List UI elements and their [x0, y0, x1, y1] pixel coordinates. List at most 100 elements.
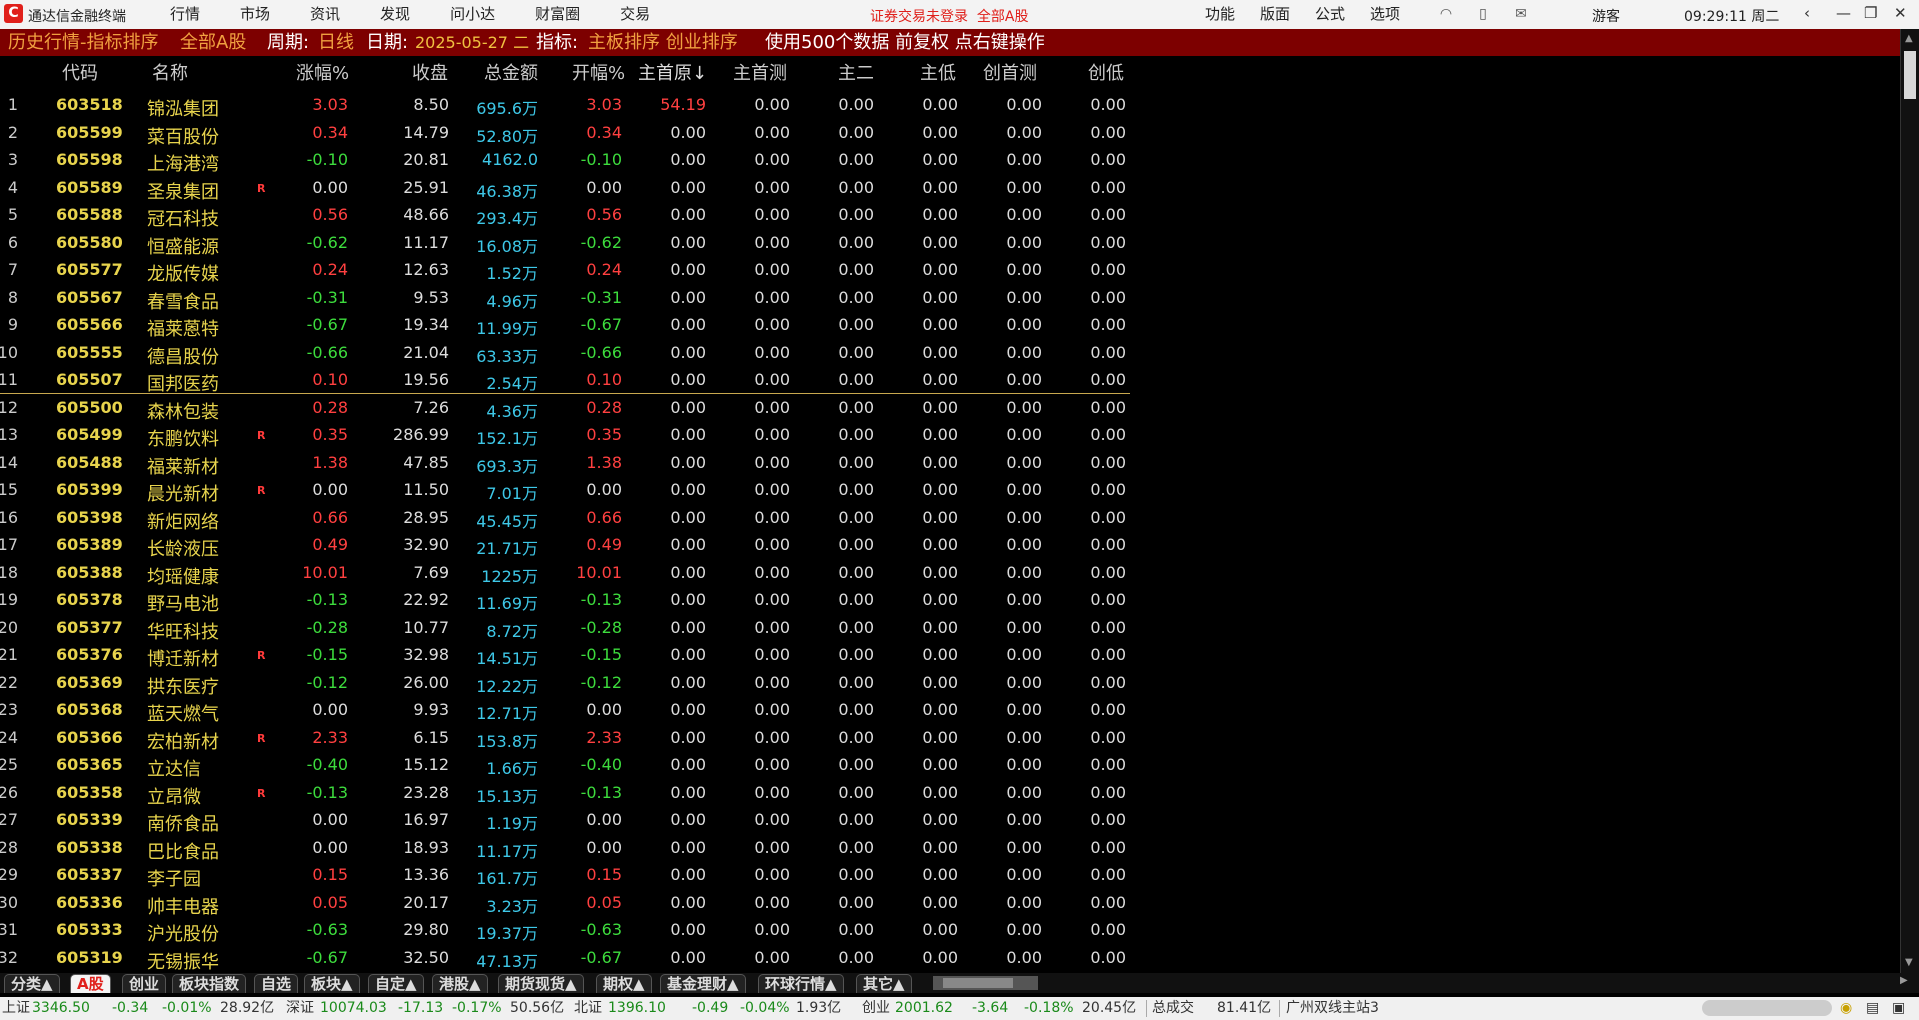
header-close[interactable]: 收盘 [412, 59, 448, 85]
table-row[interactable]: 10 605555 德昌股份 -0.66 21.04 63.33万 -0.66 0.00 0.0… [0, 339, 1130, 368]
header-name[interactable]: 名称 [152, 59, 188, 85]
table-row[interactable]: 16 605398 新炬网络 0.66 28.95 45.45万 0.66 0.00 0.00 0… [0, 504, 1130, 533]
expand-icon[interactable]: ▣ [1892, 997, 1905, 1020]
tab-options[interactable]: 期权▲ [596, 974, 652, 993]
table-row[interactable]: 30 605336 帅丰电器 0.05 20.17 3.23万 0.05 0.00 0.00 0.… [0, 889, 1130, 918]
table-row[interactable]: 9 605566 福莱蒽特 -0.67 19.34 11.99万 -0.67 0.00 0.00… [0, 311, 1130, 340]
scroll-thumb[interactable] [1904, 51, 1916, 99]
horizontal-scrollbar[interactable] [933, 976, 1038, 990]
menu-item-wealth[interactable]: 财富圈 [535, 0, 598, 29]
header-code[interactable]: 代码 [62, 59, 98, 85]
header-change[interactable]: 涨幅% [296, 59, 349, 85]
tab-watchlist[interactable]: 自选 [254, 974, 299, 993]
header-chuang-low[interactable]: 创低 [1088, 59, 1124, 85]
phone-icon[interactable]: ▯ [1474, 6, 1492, 22]
table-row[interactable]: 7 605577 龙版传媒 0.24 12.63 1.52万 0.24 0.00 0.00 0.0… [0, 256, 1130, 285]
minimize-icon[interactable]: — [1836, 4, 1851, 22]
table-row[interactable]: 23 605368 蓝天燃气 0.00 9.93 12.71万 0.00 0.00 0.00 0.… [0, 696, 1130, 725]
menu-item-discover[interactable]: 发现 [380, 0, 428, 29]
table-row[interactable]: 27 605339 南侨食品 0.00 16.97 1.19万 0.00 0.00 0.00 0.… [0, 806, 1130, 835]
menu-item-options[interactable]: 选项 [1370, 0, 1400, 29]
table-row[interactable]: 3 605598 上海港湾 -0.10 20.81 4162.0 -0.10 0.00 0.00… [0, 146, 1130, 175]
header-main-low[interactable]: 主低 [920, 59, 956, 85]
strip-indicator[interactable]: 主板排序 创业排序 [588, 29, 738, 56]
stock-name: 东鹏饮料 [147, 429, 219, 450]
strip-period[interactable]: 日线 [318, 29, 354, 56]
table-row[interactable]: 20 605377 华旺科技 -0.28 10.77 8.72万 -0.28 0.00 0.00… [0, 614, 1130, 643]
table-row[interactable]: 14 605488 福莱新材 1.38 47.85 693.3万 1.38 0.00 0.00 0… [0, 449, 1130, 478]
menu-item-news[interactable]: 资讯 [310, 0, 358, 29]
table-row[interactable]: 26 605358 立昂微 R -0.13 23.28 15.13万 -0.13 0.00 0.0… [0, 779, 1130, 808]
status-slider[interactable] [1702, 1000, 1832, 1016]
table-row[interactable]: 13 605499 东鹏饮料 R 0.35 286.99 152.1万 0.35 0.00 0.0… [0, 421, 1130, 450]
menu-item-ask[interactable]: 问小达 [450, 0, 513, 29]
sz-label[interactable]: 深证 [286, 997, 314, 1020]
restore-icon[interactable]: ❐ [1864, 4, 1877, 22]
table-row[interactable]: 28 605338 巴比食品 0.00 18.93 11.17万 0.00 0.00 0.00 0… [0, 834, 1130, 863]
menu-item-quotes[interactable]: 行情 [170, 0, 218, 29]
scroll-down-icon[interactable]: ▼ [1905, 957, 1913, 968]
tab-a-shares[interactable]: A股 [70, 974, 111, 993]
strip-market[interactable]: 全部A股 [180, 29, 246, 56]
table-row[interactable]: 29 605337 李子园 0.15 13.36 161.7万 0.15 0.00 0.00 0.… [0, 861, 1130, 890]
close-icon[interactable]: ✕ [1894, 4, 1907, 22]
tab-sector-index[interactable]: 板块指数 [172, 974, 247, 993]
headset-icon[interactable]: ◠ [1437, 6, 1455, 22]
tab-hk-stocks[interactable]: 港股▲ [432, 974, 488, 993]
table-row[interactable]: 24 605366 宏柏新材 R 2.33 6.15 153.8万 2.33 0.00 0.00 0… [0, 724, 1130, 753]
server-name[interactable]: 广州双线主站3 [1286, 997, 1379, 1020]
strip-date[interactable]: 2025-05-27 二 [415, 29, 529, 56]
table-row[interactable]: 5 605588 冠石科技 0.56 48.66 293.4万 0.56 0.00 0.00 0.… [0, 201, 1130, 230]
header-chuang-first-test[interactable]: 创首测 [983, 59, 1037, 85]
vertical-scrollbar[interactable]: ▲ ▼ [1900, 29, 1919, 981]
table-row[interactable]: 17 605389 长龄液压 0.49 32.90 21.71万 0.49 0.00 0.00 0… [0, 531, 1130, 560]
tab-chinext[interactable]: 创业 [122, 974, 167, 993]
tab-global[interactable]: 环球行情▲ [758, 974, 844, 993]
table-row[interactable]: 18 605388 均瑶健康 10.01 7.69 1225万 10.01 0.00 0.00 0… [0, 559, 1130, 588]
table-row[interactable]: 6 605580 恒盛能源 -0.62 11.17 16.08万 -0.62 0.00 0.00… [0, 229, 1130, 258]
table-row[interactable]: 31 605333 沪光股份 -0.63 29.80 19.37万 -0.63 0.00 0.0… [0, 916, 1130, 945]
menu-item-function[interactable]: 功能 [1205, 0, 1235, 29]
header-main-first-test[interactable]: 主首测 [733, 59, 787, 85]
menu-item-market[interactable]: 市场 [240, 0, 288, 29]
tab-sector[interactable]: 板块▲ [304, 974, 360, 993]
table-row[interactable]: 22 605369 拱东医疗 -0.12 26.00 12.22万 -0.12 0.00 0.0… [0, 669, 1130, 698]
mail-icon[interactable]: ✉ [1512, 6, 1530, 22]
table-row[interactable]: 11 605507 国邦医药 0.10 19.56 2.54万 0.10 0.00 0.00 0.… [0, 366, 1130, 395]
header-open-change[interactable]: 开幅% [572, 59, 625, 85]
tab-funds[interactable]: 基金理财▲ [660, 974, 746, 993]
table-row[interactable]: 19 605378 野马电池 -0.13 22.92 11.69万 -0.13 0.00 0.0… [0, 586, 1130, 615]
menu-item-formula[interactable]: 公式 [1315, 0, 1345, 29]
info-icon[interactable]: ◉ [1840, 997, 1852, 1020]
user-label[interactable]: 游客 [1592, 6, 1620, 26]
chuang-first-test: 0.00 [1006, 700, 1042, 719]
table-row[interactable]: 25 605365 立达信 -0.40 15.12 1.66万 -0.40 0.00 0.00 0… [0, 751, 1130, 780]
table-row[interactable]: 21 605376 博迁新材 R -0.15 32.98 14.51万 -0.15 0.00 0.… [0, 641, 1130, 670]
header-main-first-orig[interactable]: 主首原↓ [638, 59, 707, 85]
table-row[interactable]: 2 605599 菜百股份 0.34 14.79 52.80万 0.34 0.00 0.00 0.… [0, 119, 1130, 148]
bz-label[interactable]: 北证 [574, 997, 602, 1020]
table-row[interactable]: 32 605319 无锡振华 -0.67 32.50 47.13万 -0.67 0.00 0.0… [0, 944, 1130, 973]
hscroll-thumb[interactable] [943, 978, 1013, 988]
tab-custom[interactable]: 自定▲ [368, 974, 424, 993]
table-row[interactable]: 15 605399 晨光新材 R 0.00 11.50 7.01万 0.00 0.00 0.00 0… [0, 476, 1130, 505]
menu-item-layout[interactable]: 版面 [1260, 0, 1290, 29]
tab-futures[interactable]: 期货现货▲ [498, 974, 584, 993]
table-row[interactable]: 4 605589 圣泉集团 R 0.00 25.91 46.38万 0.00 0.00 0.00 0… [0, 174, 1130, 203]
cy-label[interactable]: 创业 [862, 997, 890, 1020]
trade-login-warning[interactable]: 证券交易未登录 全部A股 [870, 6, 1028, 26]
scroll-right-icon[interactable]: ▶ [1900, 975, 1908, 986]
header-main-two[interactable]: 主二 [838, 59, 874, 85]
main-two: 0.00 [838, 397, 874, 417]
list-icon[interactable]: ▤ [1866, 997, 1879, 1020]
table-row[interactable]: 8 605567 春雪食品 -0.31 9.53 4.96万 -0.31 0.00 0.00 0.… [0, 284, 1130, 313]
table-row[interactable]: 1 603518 锦泓集团 3.03 8.50 695.6万 3.03 54.19 0.00 0.… [0, 91, 1130, 120]
back-icon[interactable]: ‹ [1804, 4, 1810, 22]
header-amount[interactable]: 总金额 [484, 59, 538, 85]
menu-item-trade[interactable]: 交易 [620, 0, 668, 29]
tab-others[interactable]: 其它▲ [856, 974, 912, 993]
scroll-up-icon[interactable]: ▲ [1905, 33, 1913, 44]
table-row[interactable]: 12 605500 森林包装 0.28 7.26 4.36万 0.28 0.00 0.00 0.0… [0, 394, 1130, 423]
tab-category[interactable]: 分类▲ [4, 974, 60, 993]
sh-label[interactable]: 上证 [2, 997, 30, 1020]
